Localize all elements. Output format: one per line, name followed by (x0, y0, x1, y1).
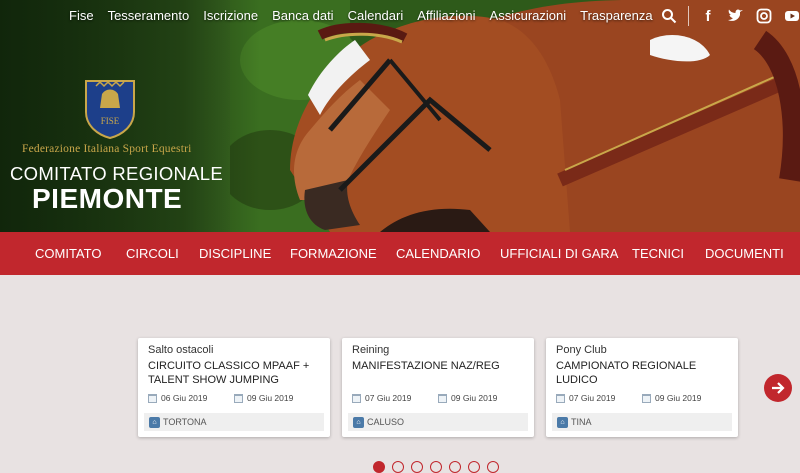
arrow-right-icon (772, 382, 785, 394)
event-title[interactable]: CAMPIONATO REGIONALE LUDICO (556, 360, 731, 387)
carousel-dot-3[interactable] (411, 461, 423, 473)
event-end-date: 09 Giu 2019 (438, 393, 497, 403)
menu-item-discipline[interactable]: DISCIPLINE (199, 246, 271, 261)
carousel-dot-6[interactable] (468, 461, 480, 473)
top-nav-fise[interactable]: Fise (62, 8, 101, 23)
event-start-text: 07 Giu 2019 (569, 393, 616, 403)
menu-item-circoli[interactable]: CIRCOLI (126, 246, 179, 261)
top-nav: Fise Tesseramento Iscrizione Banca dati … (62, 8, 660, 23)
event-place: ⌂ CALUSO (348, 413, 528, 431)
top-nav-tesseramento[interactable]: Tesseramento (101, 8, 197, 23)
top-icons: f (660, 6, 800, 26)
event-category: Pony Club (556, 344, 607, 356)
event-end-date: 09 Giu 2019 (642, 393, 701, 403)
event-card[interactable]: Pony Club CAMPIONATO REGIONALE LUDICO 07… (546, 338, 738, 437)
instagram-icon[interactable] (755, 8, 773, 24)
carousel-dot-5[interactable] (449, 461, 461, 473)
fise-logo[interactable]: FISE (82, 78, 138, 140)
event-start-date: 06 Giu 2019 (148, 393, 207, 403)
event-place-text: TINA (571, 417, 592, 427)
event-title[interactable]: CIRCUITO CLASSICO MPAAF + TALENT SHOW JU… (148, 360, 323, 387)
event-end-date: 09 Giu 2019 (234, 393, 293, 403)
calendar-icon (642, 393, 651, 403)
event-start-text: 07 Giu 2019 (365, 393, 412, 403)
event-end-text: 09 Giu 2019 (655, 393, 702, 403)
location-icon: ⌂ (353, 416, 364, 428)
top-nav-calendari[interactable]: Calendari (341, 8, 411, 23)
carousel-dot-4[interactable] (430, 461, 442, 473)
region-title: PIEMONTE (32, 183, 183, 214)
top-nav-trasparenza[interactable]: Trasparenza (573, 8, 660, 23)
menu-item-tecnici[interactable]: TECNICI (632, 246, 684, 261)
calendar-icon (234, 393, 243, 403)
event-place: ⌂ TORTONA (144, 413, 324, 431)
carousel-dot-2[interactable] (392, 461, 404, 473)
federation-name: Federazione Italiana Sport Equestri (22, 143, 192, 155)
event-start-text: 06 Giu 2019 (161, 393, 208, 403)
horse-photo (230, 0, 800, 232)
menu-item-ufficiali-di-gara[interactable]: UFFICIALI DI GARA (500, 246, 618, 261)
event-place: ⌂ TINA (552, 413, 732, 431)
facebook-icon[interactable]: f (699, 8, 717, 25)
carousel-dot-1[interactable] (373, 461, 385, 473)
menu-item-documenti[interactable]: DOCUMENTI (705, 246, 784, 261)
menu-item-calendario[interactable]: CALENDARIO (396, 246, 481, 261)
event-category: Salto ostacoli (148, 344, 214, 356)
menu-item-formazione[interactable]: FORMAZIONE (290, 246, 377, 261)
calendar-icon (438, 393, 447, 403)
event-end-text: 09 Giu 2019 (247, 393, 294, 403)
icon-separator (688, 6, 689, 26)
event-start-date: 07 Giu 2019 (556, 393, 615, 403)
comitato-title: COMITATO REGIONALE (10, 163, 224, 184)
calendar-icon (556, 393, 565, 403)
event-category: Reining (352, 344, 390, 356)
event-card[interactable]: Reining MANIFESTAZIONE NAZ/REG 07 Giu 20… (342, 338, 534, 437)
event-start-date: 07 Giu 2019 (352, 393, 411, 403)
search-icon[interactable] (660, 8, 678, 24)
hero-banner: Fise Tesseramento Iscrizione Banca dati … (0, 0, 800, 232)
event-place-text: CALUSO (367, 417, 405, 427)
logo-text: FISE (101, 116, 120, 126)
event-place-text: TORTONA (163, 417, 207, 427)
carousel-dot-7[interactable] (487, 461, 499, 473)
top-nav-iscrizione[interactable]: Iscrizione (196, 8, 265, 23)
event-card[interactable]: Salto ostacoli CIRCUITO CLASSICO MPAAF +… (138, 338, 330, 437)
top-nav-banca-dati[interactable]: Banca dati (265, 8, 340, 23)
top-nav-affiliazioni[interactable]: Affiliazioni (410, 8, 482, 23)
twitter-icon[interactable] (727, 8, 745, 24)
top-nav-assicurazioni[interactable]: Assicurazioni (483, 8, 574, 23)
calendar-icon (148, 393, 157, 403)
carousel-pager (373, 461, 499, 473)
menu-item-comitato[interactable]: COMITATO (35, 246, 101, 261)
event-end-text: 09 Giu 2019 (451, 393, 498, 403)
location-icon: ⌂ (149, 416, 160, 428)
calendar-icon (352, 393, 361, 403)
location-icon: ⌂ (557, 416, 568, 428)
carousel-next-button[interactable] (764, 374, 792, 402)
main-menu: COMITATO CIRCOLI DISCIPLINE FORMAZIONE C… (0, 232, 800, 275)
youtube-icon[interactable] (783, 8, 800, 24)
event-title[interactable]: MANIFESTAZIONE NAZ/REG (352, 360, 527, 374)
